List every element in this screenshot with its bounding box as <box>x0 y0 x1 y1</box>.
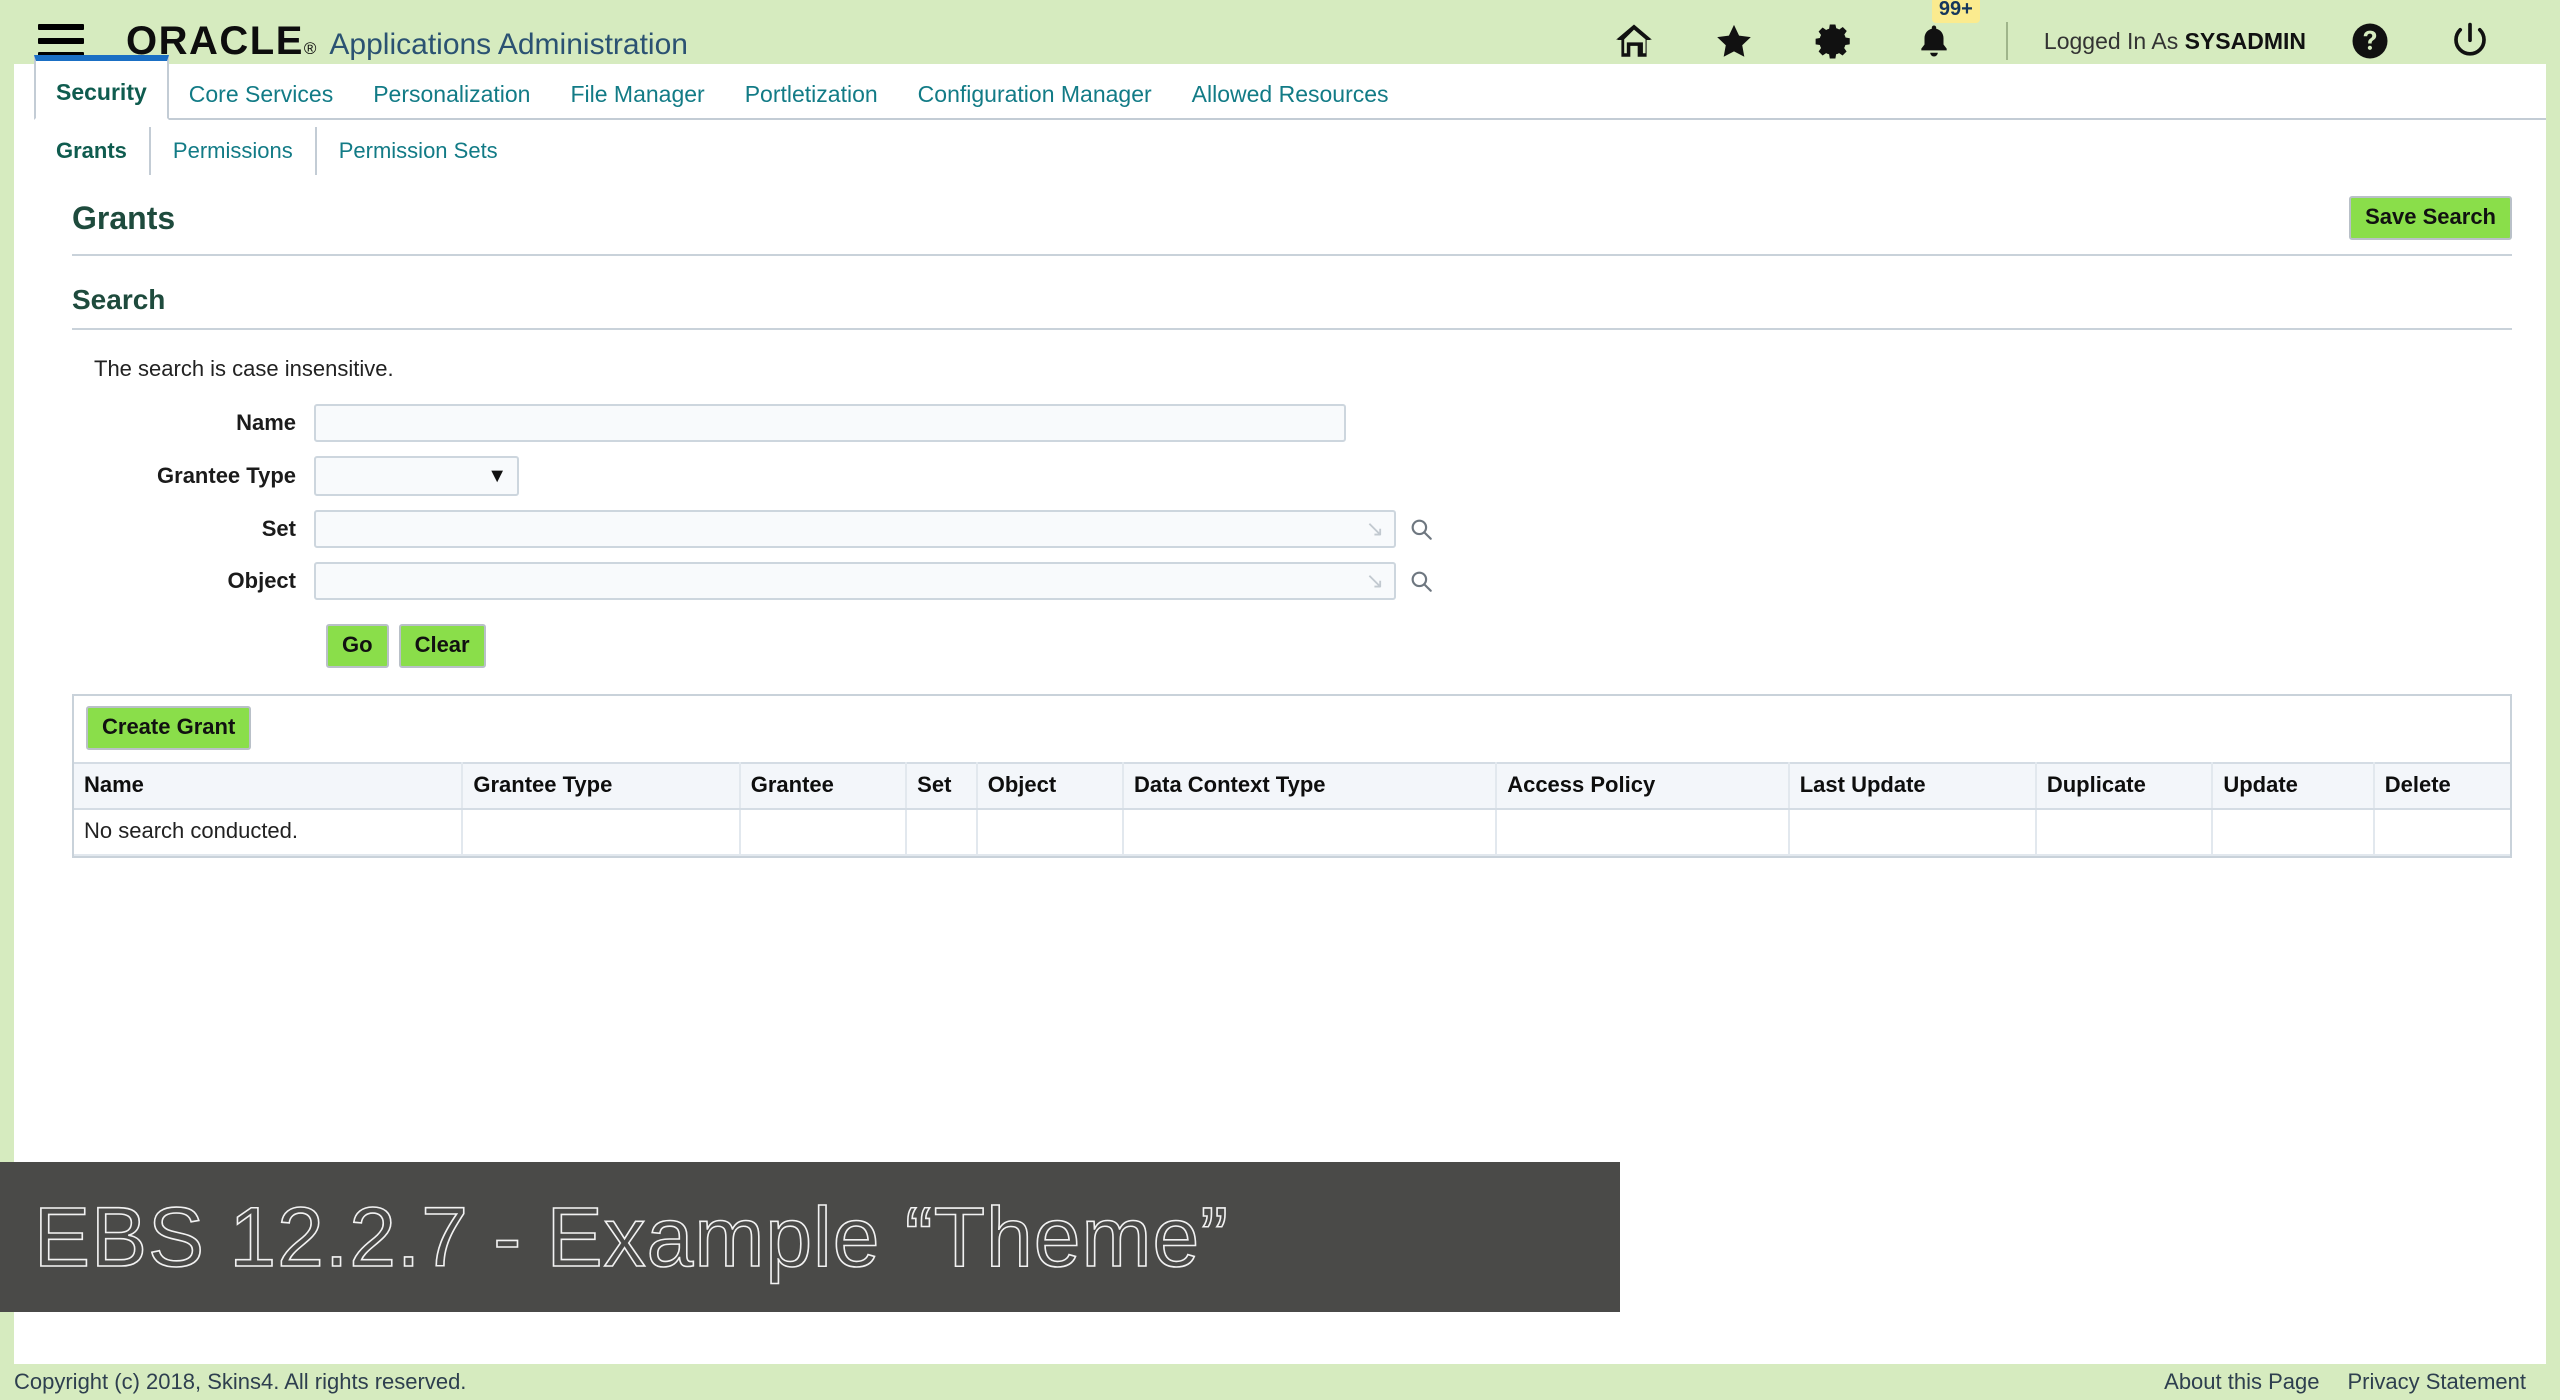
set-magnifier-search-icon[interactable] <box>1408 516 1434 542</box>
cell-access-policy <box>1496 809 1789 855</box>
search-section-rule <box>72 328 2512 330</box>
set-lov-wrap: ↘ <box>314 510 1434 548</box>
tab-portletization[interactable]: Portletization <box>725 83 898 118</box>
copyright-text: Copyright (c) 2018, Skins4. All rights r… <box>14 1369 466 1395</box>
header-divider <box>2006 22 2008 60</box>
cell-name: No search conducted. <box>74 809 462 855</box>
column-header-name[interactable]: Name <box>74 763 462 809</box>
cell-grantee-type <box>462 809 739 855</box>
search-hint: The search is case insensitive. <box>94 356 2546 382</box>
column-header-duplicate[interactable]: Duplicate <box>2036 763 2213 809</box>
tab-security[interactable]: Security <box>34 55 169 120</box>
home-icon[interactable] <box>1606 13 1662 69</box>
create-grant-button[interactable]: Create Grant <box>86 706 251 750</box>
logged-in-username: SYSADMIN <box>2185 28 2306 54</box>
results-region: Create Grant Name Grantee Type Grantee S… <box>72 694 2512 858</box>
form-row-name: Name <box>14 404 2546 442</box>
grants-results-table: Name Grantee Type Grantee Set Object Dat… <box>74 762 2510 856</box>
column-header-last-update[interactable]: Last Update <box>1789 763 2036 809</box>
logged-in-prefix: Logged In As <box>2044 28 2178 54</box>
tab-personalization[interactable]: Personalization <box>353 83 550 118</box>
form-row-set: Set ↘ <box>14 510 2546 548</box>
cell-set <box>906 809 977 855</box>
app-title: Applications Administration <box>329 28 688 62</box>
subtab-permission-sets[interactable]: Permission Sets <box>317 133 520 169</box>
grantee-type-select[interactable]: ▼ <box>314 456 519 496</box>
cell-delete <box>2374 809 2510 855</box>
column-header-set[interactable]: Set <box>906 763 977 809</box>
set-label: Set <box>14 516 314 542</box>
oracle-registered-mark: ® <box>304 39 317 59</box>
form-row-grantee-type: Grantee Type ▼ <box>14 456 2546 496</box>
privacy-statement-link[interactable]: Privacy Statement <box>2347 1369 2526 1395</box>
lov-resize-arrow-icon: ↘ <box>1366 518 1384 540</box>
column-header-grantee-type[interactable]: Grantee Type <box>462 763 739 809</box>
favorites-star-icon[interactable] <box>1706 13 1762 69</box>
footer-links: About this Page Privacy Statement <box>2164 1369 2526 1395</box>
theme-watermark-text: EBS 12.2.7 - Example “Theme” <box>34 1189 1229 1286</box>
cell-grantee <box>740 809 906 855</box>
search-section-title: Search <box>72 284 2546 316</box>
hamburger-menu-icon[interactable] <box>38 24 84 58</box>
column-header-update[interactable]: Update <box>2212 763 2373 809</box>
search-button-row: Go Clear <box>326 624 2546 668</box>
object-label: Object <box>14 568 314 594</box>
page-footer: Copyright (c) 2018, Skins4. All rights r… <box>0 1364 2560 1400</box>
column-header-data-context-type[interactable]: Data Context Type <box>1123 763 1496 809</box>
table-row: No search conducted. <box>74 809 2510 855</box>
brand: ORACLE ® Applications Administration <box>126 19 688 64</box>
column-header-access-policy[interactable]: Access Policy <box>1496 763 1789 809</box>
tab-allowed-resources[interactable]: Allowed Resources <box>1172 83 1409 118</box>
sub-tab-bar: Grants Permissions Permission Sets <box>34 120 2546 182</box>
column-header-grantee[interactable]: Grantee <box>740 763 906 809</box>
clear-button[interactable]: Clear <box>399 624 486 668</box>
set-input[interactable]: ↘ <box>314 510 1396 548</box>
hamburger-bar <box>38 24 84 30</box>
subtab-permissions[interactable]: Permissions <box>151 133 315 169</box>
tab-core-services[interactable]: Core Services <box>169 83 353 118</box>
settings-gear-icon[interactable] <box>1806 13 1862 69</box>
name-label: Name <box>14 410 314 436</box>
object-lov-wrap: ↘ <box>314 562 1434 600</box>
about-this-page-link[interactable]: About this Page <box>2164 1369 2319 1395</box>
go-button[interactable]: Go <box>326 624 389 668</box>
help-question-icon[interactable] <box>2342 13 2398 69</box>
page-title-row: Grants Save Search <box>72 196 2512 256</box>
hamburger-bar <box>38 38 84 44</box>
subtab-grants[interactable]: Grants <box>34 133 149 169</box>
main-tab-bar: Security Core Services Personalization F… <box>34 64 2546 120</box>
object-magnifier-search-icon[interactable] <box>1408 568 1434 594</box>
save-search-button[interactable]: Save Search <box>2349 196 2512 240</box>
lov-resize-arrow-icon: ↘ <box>1366 570 1384 592</box>
notifications-bell-icon[interactable]: 99+ <box>1906 13 1962 69</box>
cell-last-update <box>1789 809 2036 855</box>
logged-in-status: Logged In As SYSADMIN <box>2044 28 2306 55</box>
grantee-type-label: Grantee Type <box>14 463 314 489</box>
name-input[interactable] <box>314 404 1346 442</box>
cell-duplicate <box>2036 809 2213 855</box>
search-form: Name Grantee Type ▼ Set ↘ <box>14 404 2546 668</box>
page-title: Grants <box>72 200 175 237</box>
cell-data-context-type <box>1123 809 1496 855</box>
form-row-object: Object ↘ <box>14 562 2546 600</box>
power-logout-icon[interactable] <box>2442 13 2498 69</box>
table-header-row: Name Grantee Type Grantee Set Object Dat… <box>74 763 2510 809</box>
tab-file-manager[interactable]: File Manager <box>550 83 724 118</box>
column-header-delete[interactable]: Delete <box>2374 763 2510 809</box>
cell-update <box>2212 809 2373 855</box>
notification-count-badge: 99+ <box>1932 0 1980 23</box>
object-input[interactable]: ↘ <box>314 562 1396 600</box>
theme-watermark-banner: EBS 12.2.7 - Example “Theme” <box>0 1162 1620 1312</box>
cell-object <box>977 809 1123 855</box>
results-toolbar: Create Grant <box>74 696 2510 762</box>
chevron-down-icon: ▼ <box>487 466 507 486</box>
tab-configuration-manager[interactable]: Configuration Manager <box>898 83 1172 118</box>
column-header-object[interactable]: Object <box>977 763 1123 809</box>
